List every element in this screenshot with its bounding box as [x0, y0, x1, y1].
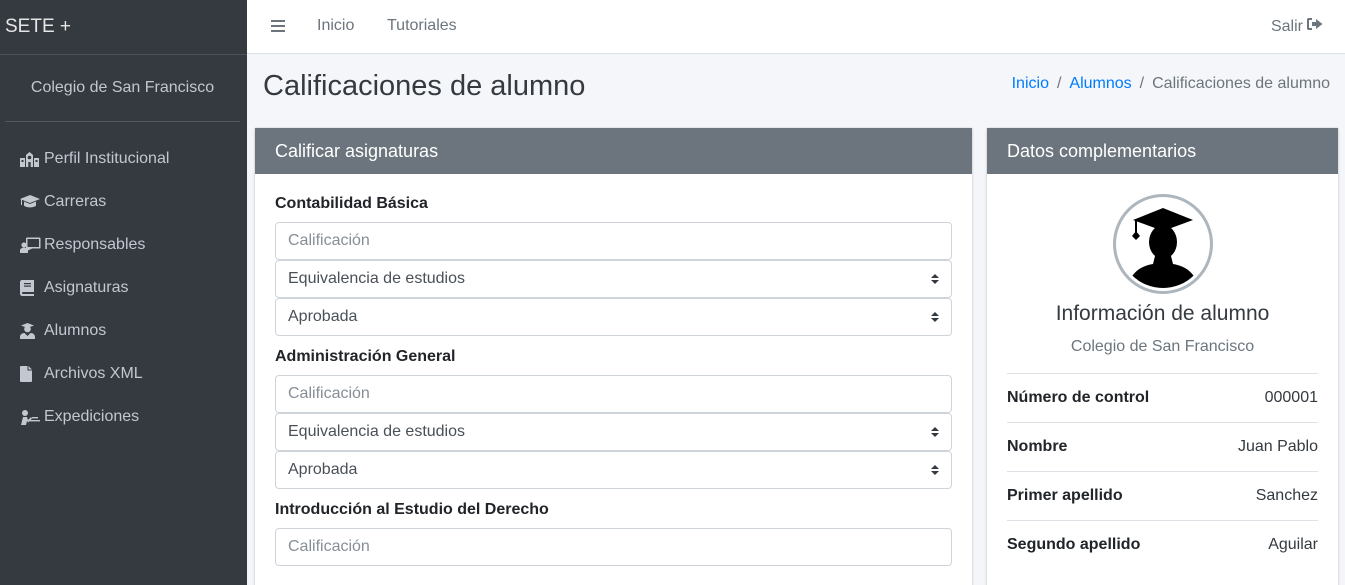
brand-logo[interactable]: SETE +: [0, 0, 247, 55]
detail-row-first-surname: Primer apellido Sanchez: [1007, 471, 1318, 520]
detail-value: 000001: [1264, 389, 1318, 406]
detail-value: Juan Pablo: [1237, 438, 1318, 455]
subject-title: Contabilidad Básica: [275, 195, 428, 212]
book-icon: [20, 279, 42, 296]
grade-input[interactable]: Calificación: [275, 375, 952, 413]
select-arrows-icon: [931, 312, 939, 322]
graduate-silhouette-icon: [1118, 200, 1207, 288]
grades-card-body: Contabilidad Básica Calificación Equival…: [255, 174, 972, 585]
nav-link-tutoriales[interactable]: Tutoriales: [387, 17, 457, 35]
profile-section: Información de alumno Colegio de San Fra…: [987, 174, 1338, 356]
subject-title: Administración General: [275, 348, 456, 365]
sidebar-item-asignaturas[interactable]: Asignaturas: [0, 266, 247, 309]
sidebar-item-label: Carreras: [44, 192, 107, 210]
subject-group: Administración General Calificación Equi…: [275, 348, 952, 489]
diploma-icon: [20, 409, 42, 425]
sign-out-icon: [1307, 17, 1323, 36]
breadcrumb-current: Calificaciones de alumno: [1152, 75, 1330, 92]
select-arrows-icon: [931, 427, 939, 437]
graduation-cap-icon: [20, 194, 42, 209]
card-header: Calificar asignaturas: [255, 128, 972, 174]
sidebar-item-alumnos[interactable]: Alumnos: [0, 309, 247, 352]
sidebar-school-name[interactable]: Colegio de San Francisco: [5, 55, 240, 122]
top-navbar: Inicio Tutoriales Salir: [247, 0, 1345, 54]
grade-input[interactable]: Calificación: [275, 528, 952, 566]
detail-label: Número de control: [1007, 389, 1150, 406]
detail-row-control-number: Número de control 000001: [1007, 373, 1318, 422]
sidebar-item-label: Archivos XML: [44, 364, 143, 382]
logout-button[interactable]: Salir: [1271, 17, 1323, 36]
type-select-value: Equivalencia de estudios: [288, 270, 466, 287]
detail-row-name: Nombre Juan Pablo: [1007, 422, 1318, 471]
sidebar-item-perfil-institucional[interactable]: Perfil Institucional: [0, 137, 247, 180]
status-select-value: Aprobada: [288, 308, 358, 325]
school-icon: [20, 151, 42, 167]
detail-value: Sanchez: [1255, 487, 1318, 504]
nav-link-inicio[interactable]: Inicio: [317, 17, 354, 35]
page-title: Calificaciones de alumno: [263, 70, 586, 102]
breadcrumb-separator: /: [1139, 75, 1145, 92]
sidebar-nav: Perfil Institucional Carreras Responsabl…: [0, 137, 247, 438]
grade-input[interactable]: Calificación: [275, 222, 952, 260]
breadcrumb: Inicio / Alumnos / Calificaciones de alu…: [1012, 75, 1330, 93]
select-arrows-icon: [931, 274, 939, 284]
user-graduate-icon: [20, 322, 42, 339]
detail-label: Primer apellido: [1007, 487, 1123, 504]
avatar: [1112, 194, 1213, 294]
bars-icon[interactable]: [271, 19, 285, 38]
type-select[interactable]: Equivalencia de estudios: [275, 260, 952, 298]
status-select-value: Aprobada: [288, 461, 358, 478]
student-school: Colegio de San Francisco: [1070, 338, 1255, 355]
sidebar-item-label: Responsables: [44, 235, 146, 253]
student-info-title: Información de alumno: [1055, 302, 1270, 325]
type-select[interactable]: Equivalencia de estudios: [275, 413, 952, 451]
breadcrumb-alumnos[interactable]: Alumnos: [1069, 75, 1131, 93]
grade-placeholder: Calificación: [288, 385, 370, 402]
detail-row-second-surname: Segundo apellido Aguilar: [1007, 520, 1318, 569]
status-select[interactable]: Aprobada: [275, 298, 952, 336]
student-info-card: Datos complementarios Información de alu…: [987, 128, 1338, 585]
file-icon: [20, 365, 42, 382]
status-select[interactable]: Aprobada: [275, 451, 952, 489]
select-arrows-icon: [931, 465, 939, 475]
detail-label: Segundo apellido: [1007, 536, 1141, 553]
sidebar-item-responsables[interactable]: Responsables: [0, 223, 247, 266]
grade-placeholder: Calificación: [288, 232, 370, 249]
sidebar-item-label: Perfil Institucional: [44, 149, 170, 167]
subject-title: Introducción al Estudio del Derecho: [275, 501, 549, 518]
sidebar-item-carreras[interactable]: Carreras: [0, 180, 247, 223]
logout-label: Salir: [1270, 17, 1303, 35]
sidebar: SETE + Colegio de San Francisco Perfil I…: [0, 0, 247, 585]
card-header: Datos complementarios: [987, 128, 1338, 174]
subject-group: Introducción al Estudio del Derecho Cali…: [275, 501, 952, 566]
grade-placeholder: Calificación: [288, 538, 370, 555]
grades-card: Calificar asignaturas Contabilidad Básic…: [255, 128, 972, 585]
type-select-value: Equivalencia de estudios: [288, 423, 466, 440]
brand-text: SETE +: [5, 16, 71, 37]
breadcrumb-inicio[interactable]: Inicio: [1012, 75, 1049, 93]
student-details-list: Número de control 000001 Nombre Juan Pab…: [1007, 373, 1318, 569]
breadcrumb-separator: /: [1056, 75, 1062, 92]
detail-label: Nombre: [1007, 438, 1068, 455]
school-name-text: Colegio de San Francisco: [30, 79, 215, 96]
sidebar-item-expediciones[interactable]: Expediciones: [0, 395, 247, 438]
subject-group: Contabilidad Básica Calificación Equival…: [275, 195, 952, 336]
sidebar-item-archivos-xml[interactable]: Archivos XML: [0, 352, 247, 395]
chalkboard-teacher-icon: [20, 237, 42, 253]
sidebar-item-label: Asignaturas: [44, 278, 129, 296]
sidebar-item-label: Alumnos: [44, 321, 107, 339]
sidebar-item-label: Expediciones: [44, 407, 140, 425]
detail-value: Aguilar: [1268, 536, 1318, 553]
